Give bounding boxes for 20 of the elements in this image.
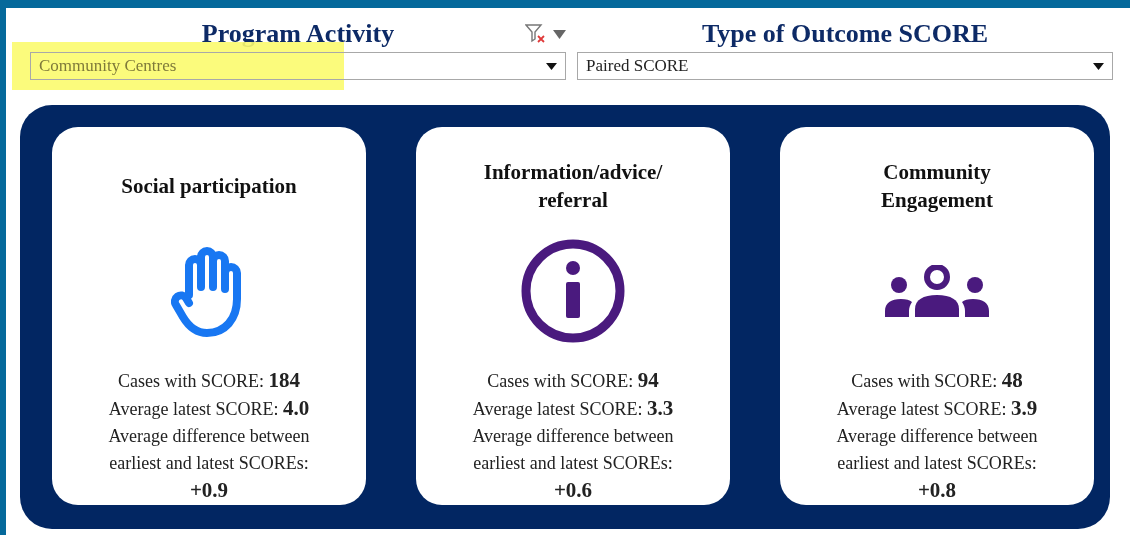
stat-text: Average latest SCORE: 3.9 [836,395,1038,422]
dropdown[interactable]: Community Centres [30,52,566,80]
stat-text: Average difference between earliest and latest SCOREs: +0.6 [471,425,675,504]
stat-text: Cases with SCORE: 94 [487,367,659,394]
stat-text: Average latest SCORE: 3.3 [472,395,674,422]
card-title: Community Engagement [880,158,994,214]
stat-text: Average difference between earliest and latest SCOREs: +0.9 [107,425,311,504]
stat-text: Cases with SCORE: 184 [118,367,300,394]
stat-text: Cases with SCORE: 48 [851,367,1023,394]
card-title: Social participation [120,172,298,200]
dropdown[interactable]: Paired SCORE [577,52,1113,80]
dropdown-caret-icon [546,62,557,70]
dropdown-caret-icon [1093,62,1104,70]
filter-heading: Program Activity [201,19,395,49]
stat-text: Average latest SCORE: 4.0 [108,395,310,422]
stat-text: Average difference between earliest and latest SCOREs: +0.8 [835,425,1039,504]
menu-caret-icon[interactable] [553,29,566,39]
filter-heading: Type of Outcome SCORE [701,19,989,49]
card-title: Information/advice/ referral [482,158,664,214]
clear-filter-icon[interactable] [525,24,547,44]
